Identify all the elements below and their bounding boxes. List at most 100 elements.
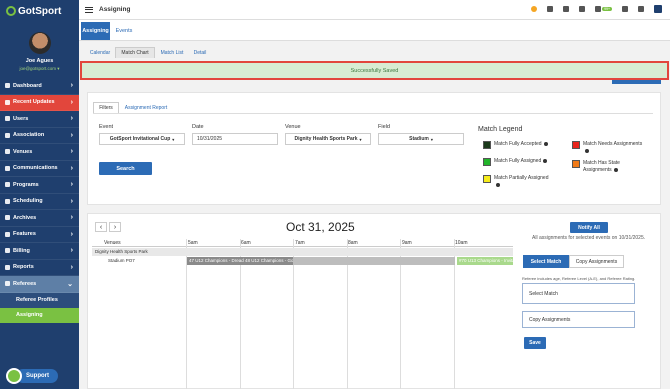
scheduling-icon — [5, 198, 10, 204]
sidebar-item-users[interactable]: Users › — [0, 111, 79, 128]
search-button[interactable]: Search — [99, 162, 152, 175]
legend-item: Match Fully Accepted — [483, 141, 568, 149]
time-header: 10am — [455, 240, 468, 246]
match-bar-fully-assigned[interactable]: #70 U13 Champions - Invitatio — [457, 257, 513, 265]
user-email-dropdown[interactable]: joe@gotsport.com ▾ — [0, 66, 79, 72]
programs-icon — [5, 182, 10, 188]
topbar-icons: 99+ — [521, 5, 662, 13]
sidebar-item-label: Programs — [13, 181, 39, 188]
mail-icon[interactable] — [595, 6, 602, 12]
info-icon[interactable] — [585, 148, 589, 153]
field-label: Field — [378, 124, 390, 130]
support-widget[interactable]: Support — [6, 368, 58, 384]
user-icon[interactable] — [563, 6, 570, 12]
chevron-down-icon: ⌄ — [67, 280, 73, 288]
previous-day-button[interactable]: ‹ — [95, 222, 107, 232]
sidebar-subitem-referee-profiles[interactable]: Referee Profiles — [0, 292, 79, 308]
app-grid-icon[interactable] — [654, 5, 662, 13]
reports-icon — [5, 264, 10, 270]
sidebar-subitem-assigning[interactable]: Assigning — [0, 307, 79, 323]
match-bar[interactable]: 47 U12 Champions - Dread 48 U12 Champion… — [187, 257, 293, 265]
features-icon — [5, 231, 10, 237]
page-title: Assigning — [99, 6, 131, 13]
caret-down-icon: ▾ — [430, 136, 433, 142]
tab-match-chart[interactable]: Match Chart — [115, 47, 155, 58]
success-alert: Successfully Saved — [80, 61, 669, 80]
chevron-right-icon: › — [70, 197, 73, 205]
sidebar-item-features[interactable]: Features › — [0, 227, 79, 243]
chat-icon[interactable] — [622, 6, 628, 12]
notify-note: All assignments for selected events on 1… — [532, 235, 646, 241]
hamburger-menu-icon[interactable] — [85, 6, 93, 13]
select-match-input[interactable]: Select Match — [522, 283, 635, 304]
tab-detail[interactable]: Detail — [189, 47, 211, 58]
legend-title: Match Legend — [478, 126, 523, 133]
clock-icon[interactable] — [547, 6, 554, 12]
sidebar-item-association[interactable]: Association › — [0, 128, 79, 144]
sidebar-item-label: Association — [13, 132, 45, 139]
chart-date: Oct 31, 2025 — [286, 220, 355, 234]
sidebar-item-dashboard[interactable]: Dashboard › — [0, 78, 79, 95]
legend-label: Match Needs Assignments — [583, 141, 643, 147]
sidebar-item-billing[interactable]: Billing › — [0, 243, 79, 260]
info-icon[interactable] — [543, 141, 548, 146]
venue-row-label: Dignity Health Sports Park — [95, 249, 148, 254]
notify-all-button[interactable]: Notify All — [570, 222, 608, 233]
tab-divider — [93, 113, 653, 114]
help-icon[interactable] — [531, 6, 538, 12]
next-day-button[interactable]: › — [109, 222, 121, 232]
sidebar-item-reports[interactable]: Reports › — [0, 260, 79, 276]
sidebar-item-referees[interactable]: Referees ⌄ — [0, 276, 79, 293]
tab-copy-assignments[interactable]: Copy Assignments — [569, 255, 624, 268]
info-icon[interactable] — [613, 167, 618, 172]
legend-swatch — [483, 141, 491, 149]
caret-down-icon: ▾ — [172, 136, 175, 142]
info-icon[interactable] — [496, 182, 500, 187]
sidebar-item-scheduling[interactable]: Scheduling › — [0, 194, 79, 210]
venue-select[interactable]: Dignity Health Sports Park ▾ — [285, 133, 371, 145]
user-profile: Joe Agues joe@gotsport.com ▾ — [0, 22, 79, 78]
tab-select-match[interactable]: Select Match — [523, 255, 569, 268]
filter-card: Filters Assignment Report Event GotSport… — [87, 92, 661, 205]
billing-icon — [5, 248, 10, 254]
caret-down-icon: ▾ — [359, 136, 362, 142]
support-button[interactable]: Support — [16, 369, 58, 383]
chevron-right-icon: › — [70, 148, 73, 156]
info-icon[interactable] — [543, 158, 548, 163]
time-header: 5am — [188, 240, 198, 246]
time-header: 6am — [241, 240, 251, 246]
venue-row: Dignity Health Sports Park — [92, 248, 513, 256]
match-bar[interactable] — [293, 257, 455, 265]
field-select[interactable]: Stadium ▾ — [378, 133, 464, 145]
legend-label: Match Fully Accepted — [494, 141, 542, 147]
tab-assigning[interactable]: Assigning — [81, 22, 110, 40]
date-input[interactable]: 10/31/2025 — [192, 133, 278, 145]
legend-swatch — [572, 160, 580, 168]
chevron-right-icon: › — [70, 181, 73, 189]
tab-calendar[interactable]: Calendar — [87, 47, 113, 58]
venues-header: Venues — [104, 240, 121, 246]
sidebar-item-recent-updates[interactable]: Recent Updates › — [0, 94, 79, 111]
sidebar-item-programs[interactable]: Programs › — [0, 177, 79, 194]
chevron-right-icon: › — [70, 115, 73, 123]
chevron-right-icon: › — [70, 214, 73, 222]
gotsport-logo[interactable]: GotSport — [0, 0, 79, 22]
sidebar-item-venues[interactable]: Venues › — [0, 144, 79, 161]
tab-match-list[interactable]: Match List — [157, 47, 187, 58]
settings-icon[interactable] — [638, 6, 644, 12]
secondary-tabs: Calendar Match Chart Match List Detail — [79, 45, 670, 58]
sidebar-item-communications[interactable]: Communications › — [0, 161, 79, 177]
legend-item: Match Has State Assignments — [572, 160, 647, 174]
save-button[interactable]: Save — [524, 337, 546, 349]
venue-select-value: Dignity Health Sports Park — [294, 136, 358, 142]
referee-note: Referee includes age, Referee Level (A-E… — [522, 276, 636, 281]
sidebar-item-archives[interactable]: Archives › — [0, 210, 79, 227]
avatar[interactable] — [28, 32, 51, 54]
bell-icon[interactable] — [579, 6, 586, 12]
sidebar-item-label: Dashboard — [13, 82, 42, 89]
legend-item: Match Needs Assignments — [572, 141, 647, 155]
tab-events[interactable]: Events — [112, 22, 136, 40]
copy-assignments-input[interactable]: Copy Assignments — [522, 311, 635, 328]
event-select[interactable]: GotSport Invitational Cup ▾ — [99, 133, 185, 145]
archives-icon — [5, 215, 10, 221]
